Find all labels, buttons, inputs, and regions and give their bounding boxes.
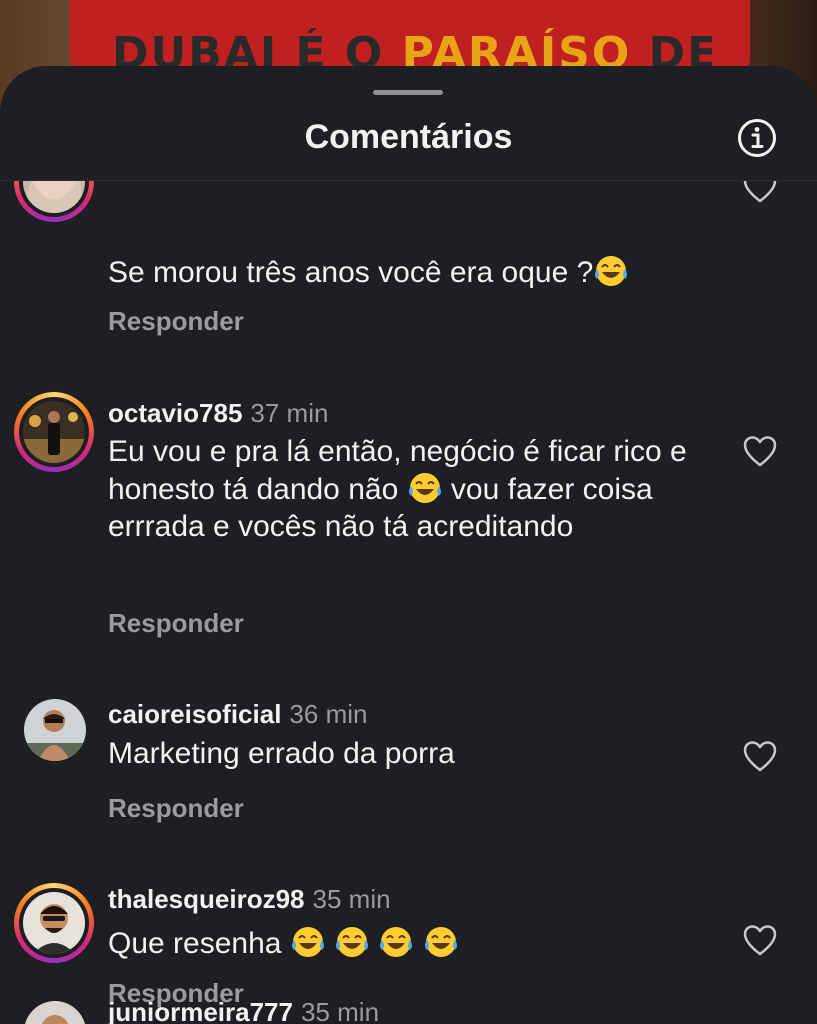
comment-header: caioreisoficial 36 min: [108, 699, 367, 730]
heart-icon[interactable]: [742, 739, 778, 775]
reply-button[interactable]: Responder: [108, 608, 244, 639]
avatar[interactable]: [24, 699, 86, 761]
avatar[interactable]: [14, 181, 94, 222]
sheet-grabber-handle[interactable]: [373, 90, 443, 95]
comment-header: juniormeira777 35 min: [108, 997, 379, 1024]
username[interactable]: juniormeira777: [108, 997, 293, 1024]
sheet-title: Comentários: [304, 118, 513, 156]
tears-of-joy-emoji-icon: [380, 927, 413, 957]
tears-of-joy-emoji-icon: [408, 473, 441, 503]
comment-list[interactable]: Se morou três anos você era oque ? Respo…: [0, 181, 817, 1024]
comment-header: octavio785 37 min: [108, 398, 328, 429]
comment-time: 37 min: [250, 398, 329, 428]
reply-button[interactable]: Responder: [108, 306, 244, 337]
avatar[interactable]: [14, 883, 94, 963]
comment-text: Marketing errado da porra: [108, 737, 455, 770]
comment-text: Se morou três anos você era oque ?: [108, 253, 698, 291]
avatar[interactable]: [24, 1001, 86, 1024]
comment-time: 35 min: [300, 997, 380, 1024]
heart-icon[interactable]: [742, 434, 778, 470]
username[interactable]: caioreisoficial: [108, 699, 281, 729]
username[interactable]: octavio785: [108, 398, 242, 428]
comments-sheet: Comentários Se morou três anos você era …: [0, 66, 817, 1024]
heart-icon[interactable]: [742, 181, 778, 206]
info-icon[interactable]: [737, 118, 777, 158]
screen: DUBAI É O PARAÍSO DESSE Comentários: [0, 0, 817, 1024]
tears-of-joy-emoji-icon: [291, 927, 324, 957]
comment-header: thalesqueiroz98 35 min: [108, 884, 391, 915]
comment-text: Que resenha: [108, 924, 698, 962]
comment-time: 36 min: [289, 699, 368, 729]
username[interactable]: thalesqueiroz98: [108, 884, 305, 914]
avatar[interactable]: [14, 392, 94, 472]
tears-of-joy-emoji-icon: [424, 927, 457, 957]
heart-icon[interactable]: [742, 923, 778, 959]
comment-text: Eu vou e pra lá então, negócio é ficar r…: [108, 435, 687, 543]
reply-button[interactable]: Responder: [108, 793, 244, 824]
tears-of-joy-emoji-icon: [336, 927, 369, 957]
tears-of-joy-emoji-icon: [595, 256, 628, 286]
comment-time: 35 min: [312, 884, 391, 914]
